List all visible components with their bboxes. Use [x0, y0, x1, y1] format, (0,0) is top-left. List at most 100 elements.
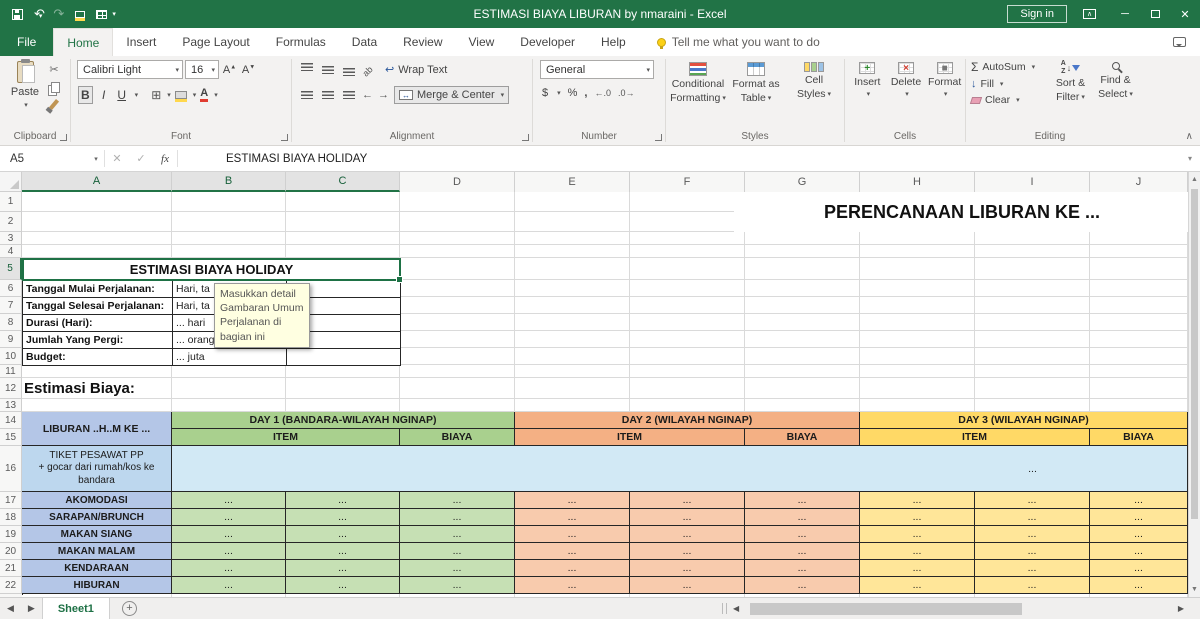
- cost-value-cell[interactable]: ...: [745, 560, 860, 577]
- row-header-4[interactable]: 4: [0, 245, 22, 258]
- row-header-21[interactable]: 21: [0, 560, 22, 577]
- tab-data[interactable]: Data: [339, 28, 390, 56]
- insert-dropdown-icon[interactable]: ▾: [867, 90, 871, 98]
- row-header-9[interactable]: 9: [0, 331, 22, 348]
- cost-value-cell[interactable]: ...: [286, 526, 400, 543]
- underline-button[interactable]: U: [115, 87, 129, 103]
- new-sheet-icon[interactable]: +: [121, 601, 137, 616]
- category-label-cell[interactable]: AKOMODASI: [22, 492, 172, 509]
- cost-value-cell[interactable]: ...: [515, 492, 630, 509]
- merge-center-dropdown-icon[interactable]: ▾: [501, 91, 505, 99]
- horizontal-scrollbar[interactable]: ◀ ▶: [722, 601, 1187, 616]
- cost-value-cell[interactable]: ...: [860, 526, 975, 543]
- tab-file[interactable]: File: [0, 28, 54, 56]
- cost-corner-cell[interactable]: LIBURAN ..H..M KE ...: [22, 412, 172, 446]
- scroll-down-icon[interactable]: ▼: [1189, 582, 1200, 597]
- row-header-22[interactable]: 22: [0, 577, 22, 594]
- vertical-scroll-thumb[interactable]: [1191, 189, 1198, 519]
- cost-value-cell[interactable]: ...: [286, 560, 400, 577]
- row-header-18[interactable]: 18: [0, 509, 22, 526]
- flight-row-band-cell[interactable]: ...: [172, 446, 1188, 492]
- clear-button[interactable]: Clear ▾: [969, 94, 1035, 106]
- row-header-6[interactable]: 6: [0, 280, 22, 297]
- number-format-combo[interactable]: General ▾: [540, 60, 654, 79]
- cost-value-cell[interactable]: ...: [860, 492, 975, 509]
- align-left-icon[interactable]: [299, 89, 315, 102]
- cost-value-cell[interactable]: ...: [860, 577, 975, 594]
- day-header-cell[interactable]: DAY 1 (BANDARA-WILAYAH NGINAP): [172, 412, 515, 429]
- clipboard-dialog-launcher-icon[interactable]: [60, 134, 67, 141]
- row-header-16[interactable]: 16: [0, 446, 22, 492]
- fill-color-icon[interactable]: [75, 10, 86, 21]
- cost-value-cell[interactable]: ...: [1090, 560, 1188, 577]
- cost-value-cell[interactable]: ...: [1090, 577, 1188, 594]
- fill-dropdown-icon[interactable]: ▾: [1000, 80, 1004, 88]
- cost-value-cell[interactable]: ...: [400, 560, 515, 577]
- cost-value-cell[interactable]: ...: [286, 509, 400, 526]
- column-header-H[interactable]: H: [860, 172, 975, 192]
- wrap-text-button[interactable]: ↩ Wrap Text: [381, 61, 451, 78]
- autosum-dropdown-icon[interactable]: ▾: [1032, 63, 1036, 71]
- align-center-icon[interactable]: [320, 89, 336, 102]
- format-painter-icon[interactable]: [48, 99, 60, 110]
- fill-button[interactable]: ↓ Fill ▾: [971, 78, 1035, 90]
- column-header-G[interactable]: G: [745, 172, 860, 192]
- cost-value-cell[interactable]: ...: [975, 577, 1090, 594]
- item-header-cell[interactable]: ITEM: [515, 429, 745, 446]
- format-as-table-button[interactable]: Format as Table ▾: [728, 60, 784, 122]
- scroll-right-icon[interactable]: ▶: [1175, 604, 1187, 613]
- section-title-cell[interactable]: Estimasi Biaya:: [24, 378, 135, 399]
- scrollbar-grip[interactable]: [722, 603, 727, 614]
- select-all-corner[interactable]: [0, 172, 22, 192]
- fill-color-icon[interactable]: [174, 91, 187, 102]
- cost-value-cell[interactable]: ...: [172, 560, 286, 577]
- font-name-combo[interactable]: Calibri Light ▾: [77, 60, 183, 79]
- category-label-cell[interactable]: KENDARAAN: [22, 560, 172, 577]
- tab-home[interactable]: Home: [53, 28, 114, 56]
- cost-value-cell[interactable]: ...: [172, 543, 286, 560]
- cost-value-cell[interactable]: ...: [630, 492, 745, 509]
- tab-view[interactable]: View: [456, 28, 508, 56]
- item-header-cell[interactable]: ITEM: [860, 429, 1090, 446]
- row-header-3[interactable]: 3: [0, 232, 22, 245]
- column-header-A[interactable]: A: [22, 172, 172, 192]
- cost-value-cell[interactable]: ...: [172, 526, 286, 543]
- comma-style-icon[interactable]: ,: [584, 87, 587, 99]
- row-header-8[interactable]: 8: [0, 314, 22, 331]
- bold-button[interactable]: B: [78, 86, 93, 104]
- font-color-dropdown-icon[interactable]: ▾: [214, 91, 218, 99]
- autosum-button[interactable]: Σ AutoSum ▾: [971, 60, 1035, 74]
- cost-value-cell[interactable]: ...: [515, 560, 630, 577]
- decrease-indent-icon[interactable]: ←: [362, 89, 373, 101]
- cost-value-cell[interactable]: ...: [1090, 526, 1188, 543]
- category-label-cell[interactable]: SARAPAN/BRUNCH: [22, 509, 172, 526]
- cost-value-cell[interactable]: ...: [172, 577, 286, 594]
- italic-button[interactable]: I: [97, 87, 111, 103]
- number-dialog-launcher-icon[interactable]: [655, 134, 662, 141]
- increase-indent-icon[interactable]: →: [378, 89, 389, 101]
- column-header-E[interactable]: E: [515, 172, 630, 192]
- row-header-20[interactable]: 20: [0, 543, 22, 560]
- day-header-cell[interactable]: DAY 3 (WILAYAH NGINAP): [860, 412, 1188, 429]
- biaya-header-cell[interactable]: BIAYA: [745, 429, 860, 446]
- info-label-cell[interactable]: Durasi (Hari):: [23, 315, 173, 332]
- name-box-dropdown-icon[interactable]: ▾: [88, 146, 104, 171]
- cost-value-cell[interactable]: ...: [515, 543, 630, 560]
- font-name-dropdown-icon[interactable]: ▾: [175, 66, 179, 74]
- middle-align-icon[interactable]: [320, 63, 336, 76]
- sort-filter-dropdown-icon[interactable]: ▾: [1081, 93, 1085, 101]
- borders-dropdown-icon[interactable]: ▾: [167, 91, 171, 99]
- redo-icon[interactable]: ↷: [53, 6, 64, 22]
- cut-icon[interactable]: ✂: [49, 63, 58, 76]
- active-cell-selection[interactable]: [22, 258, 403, 283]
- paste-dropdown-icon[interactable]: ▾: [24, 101, 28, 109]
- info-label-cell[interactable]: Tanggal Selesai Perjalanan:: [23, 298, 173, 315]
- row-header-5[interactable]: 5: [0, 258, 22, 280]
- category-label-cell[interactable]: MAKAN MALAM: [22, 543, 172, 560]
- prev-sheet-icon[interactable]: ◀: [0, 603, 21, 614]
- insert-cells-button[interactable]: + Insert ▾: [849, 60, 886, 122]
- column-header-F[interactable]: F: [630, 172, 745, 192]
- cost-value-cell[interactable]: ...: [172, 509, 286, 526]
- cost-value-cell[interactable]: ...: [745, 526, 860, 543]
- close-button[interactable]: ✕: [1170, 0, 1200, 28]
